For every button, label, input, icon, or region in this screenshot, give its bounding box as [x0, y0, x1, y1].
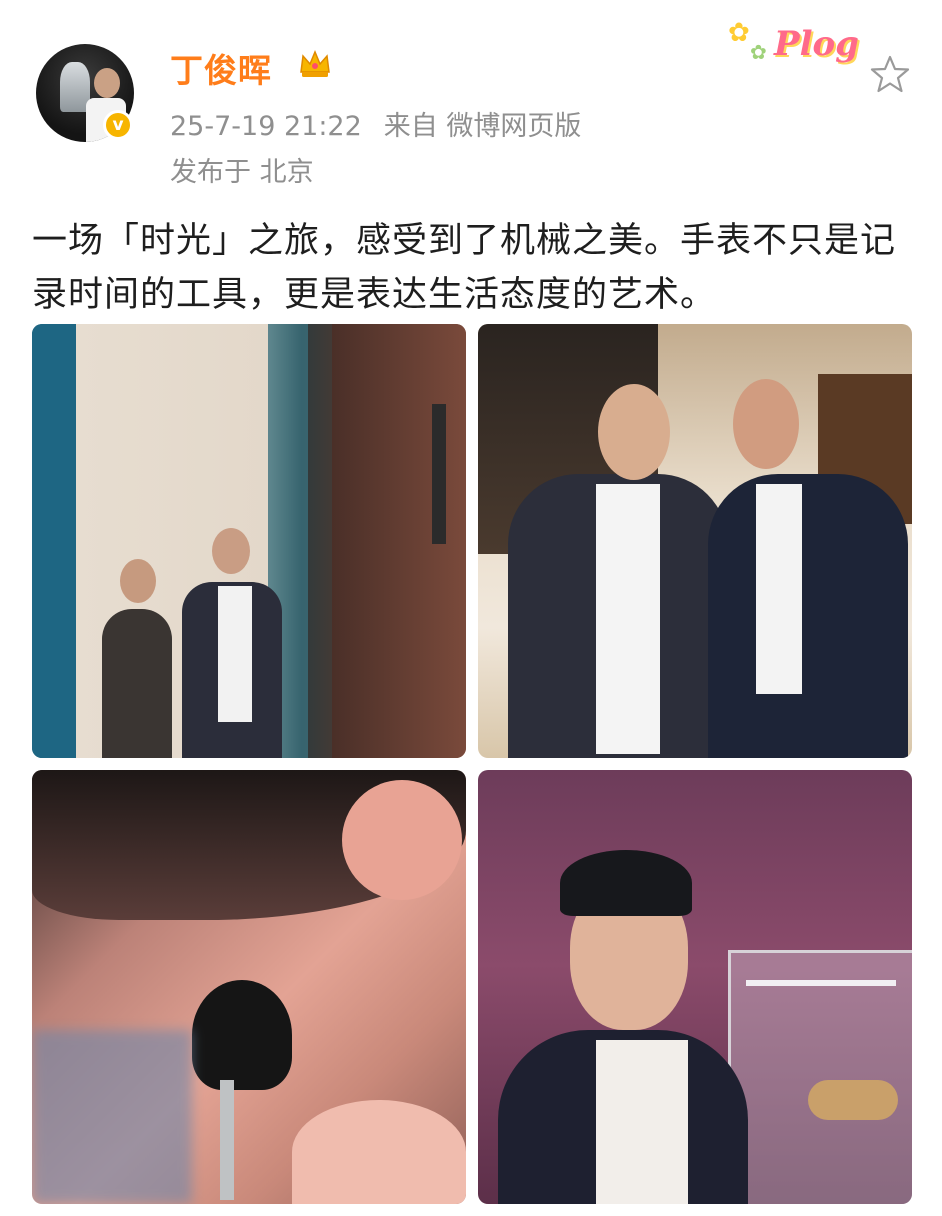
post-meta: 25-7-19 21:22 来自 微博网页版 [170, 104, 581, 143]
flower-icon: ✿ [728, 18, 750, 48]
verified-badge-icon: v [103, 110, 133, 140]
flower-icon: ✿ [750, 40, 767, 64]
post-location[interactable]: 发布于 北京 [170, 150, 314, 189]
post-photo-exhibition[interactable] [32, 324, 466, 758]
favorite-star-button[interactable] [868, 52, 912, 96]
post-photo-watch-display[interactable] [478, 770, 912, 1204]
post-photo-loupe-closeup[interactable] [32, 770, 466, 1204]
post-text: 一场「时光」之旅，感受到了机械之美。手表不只是记录时间的工具，更是表达生活态度的… [32, 221, 897, 315]
post-source[interactable]: 来自 微博网页版 [384, 111, 582, 142]
plog-sticker-text: Plog [774, 24, 859, 64]
post-timestamp: 25-7-19 21:22 [170, 111, 362, 142]
crown-icon[interactable] [297, 46, 333, 82]
post-photo-two-men[interactable] [478, 324, 912, 758]
username[interactable]: 丁俊晖 [170, 44, 272, 92]
avatar-face [94, 68, 120, 98]
plog-sticker-icon: ✿ ✿ Plog [726, 10, 876, 80]
star-icon [870, 55, 910, 93]
